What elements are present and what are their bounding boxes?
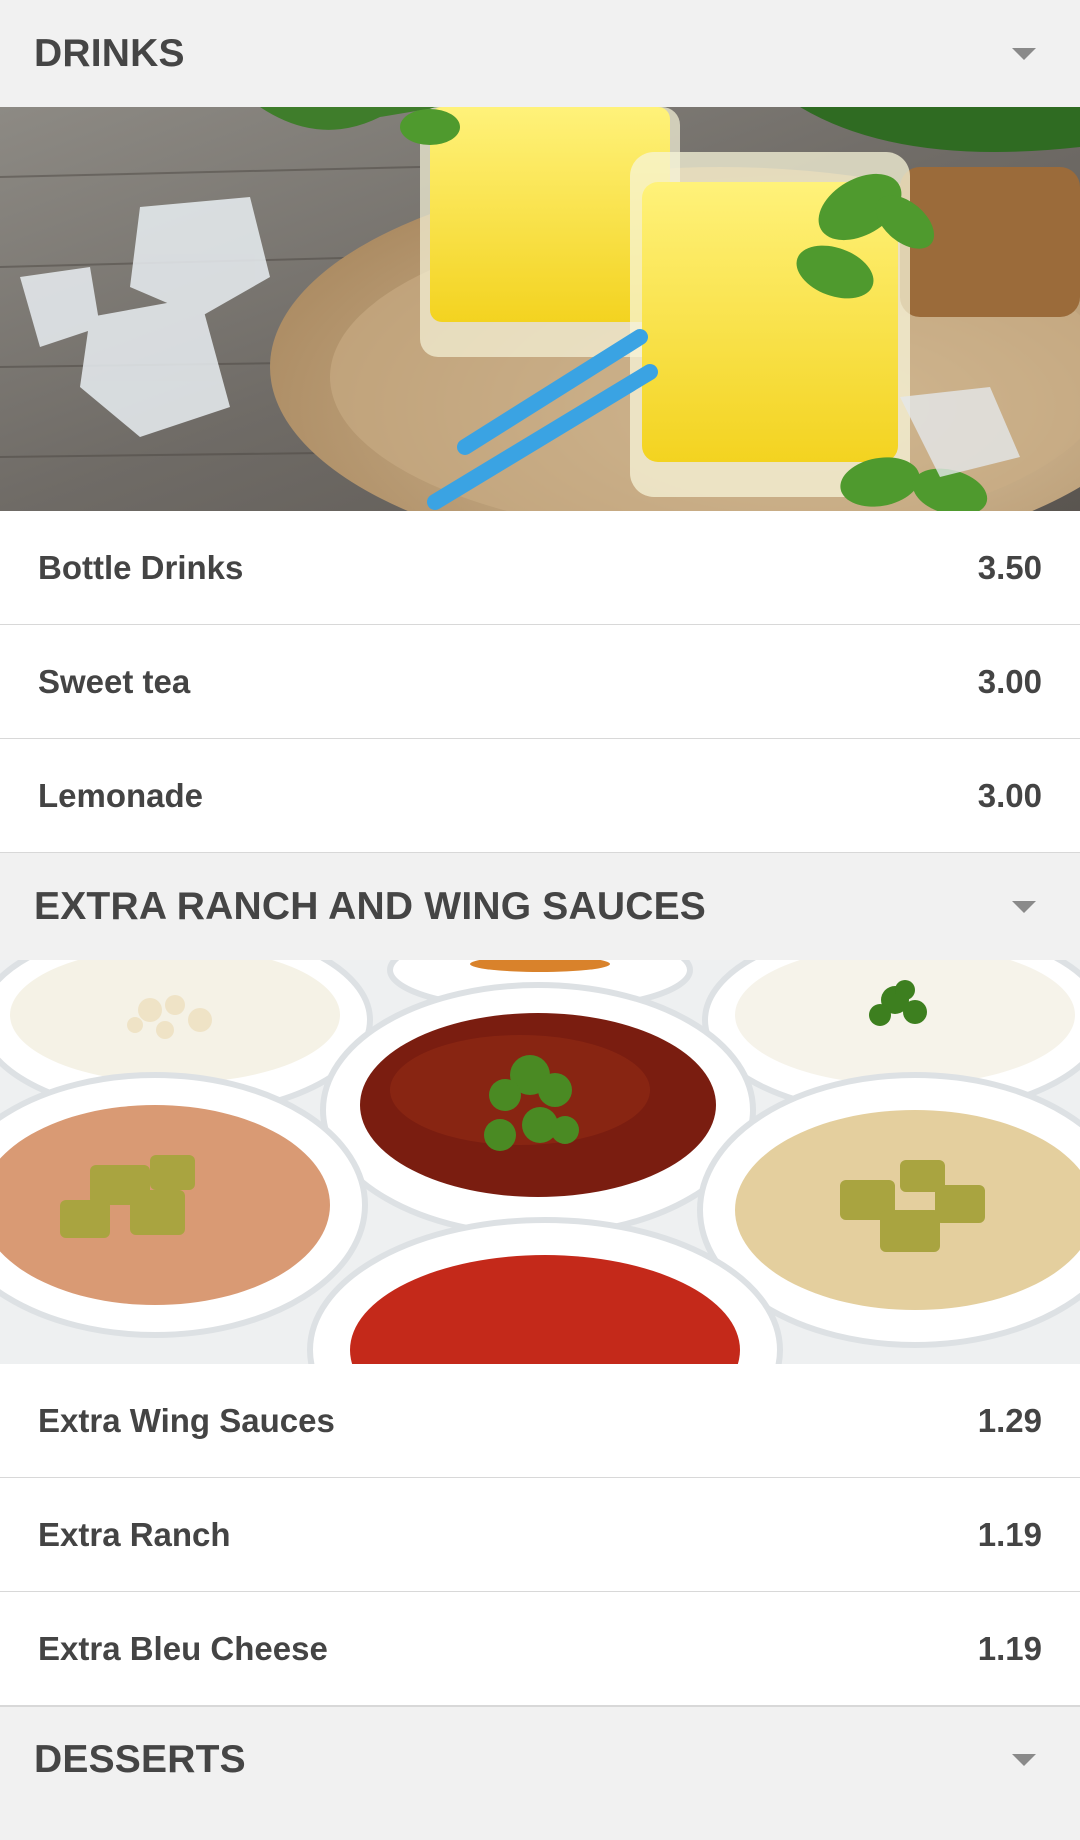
list-item[interactable]: Extra Wing Sauces 1.29 [0, 1364, 1080, 1478]
sauces-photo [0, 960, 1080, 1364]
list-item[interactable]: Lemonade 3.00 [0, 739, 1080, 853]
item-name: Extra Wing Sauces [38, 1401, 335, 1439]
item-price: 3.00 [977, 662, 1042, 700]
list-item[interactable]: Extra Bleu Cheese 1.19 [0, 1592, 1080, 1706]
drinks-photo [0, 107, 1080, 511]
chevron-down-icon[interactable] [1012, 47, 1036, 60]
list-item[interactable]: Bottle Drinks 3.50 [0, 511, 1080, 625]
item-name: Lemonade [38, 776, 204, 814]
chevron-down-icon[interactable] [1012, 1754, 1036, 1766]
section-title: EXTRA RANCH AND WING SAUCES [34, 884, 707, 928]
section-title: DRINKS [34, 31, 185, 75]
item-name: Extra Ranch [38, 1515, 231, 1553]
item-name: Sweet tea [38, 662, 191, 700]
item-price: 3.50 [977, 548, 1042, 586]
chevron-down-icon[interactable] [1012, 900, 1036, 913]
item-price: 1.19 [977, 1629, 1042, 1667]
section-header-sauces[interactable]: EXTRA RANCH AND WING SAUCES [0, 853, 1080, 960]
item-name: Bottle Drinks [38, 548, 244, 586]
item-name: Extra Bleu Cheese [38, 1629, 328, 1667]
item-price: 1.29 [977, 1401, 1042, 1439]
section-title: DESSERTS [34, 1738, 246, 1781]
list-item[interactable]: Extra Ranch 1.19 [0, 1478, 1080, 1592]
item-price: 1.19 [977, 1515, 1042, 1553]
item-price: 3.00 [977, 776, 1042, 814]
section-header-desserts[interactable]: DESSERTS [0, 1706, 1080, 1813]
section-header-drinks[interactable]: DRINKS [0, 0, 1080, 107]
list-item[interactable]: Sweet tea 3.00 [0, 625, 1080, 739]
